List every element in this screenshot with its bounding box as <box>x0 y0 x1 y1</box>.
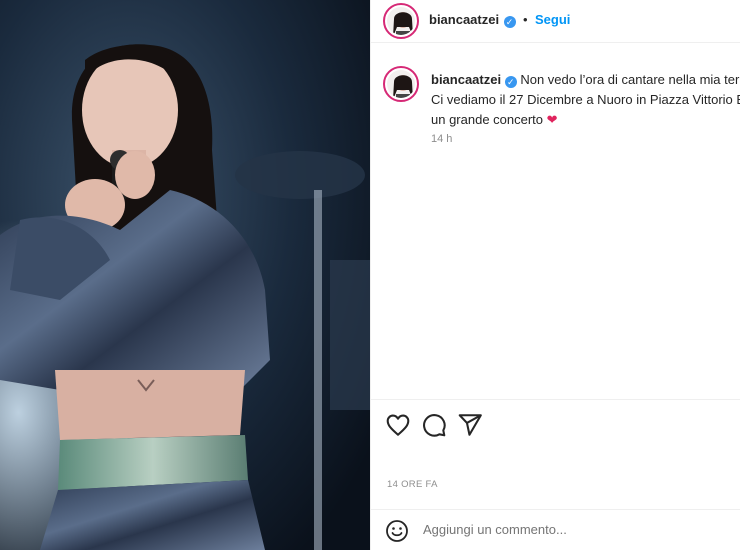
follow-button[interactable]: Segui <box>535 12 570 27</box>
heart-icon[interactable] <box>385 412 411 438</box>
smiley-icon[interactable] <box>385 519 409 543</box>
post-photo[interactable] <box>0 0 370 550</box>
post-action-bar <box>371 399 740 450</box>
comment-bubble-icon[interactable] <box>421 412 447 438</box>
post-date[interactable]: 14 ORE FA <box>387 479 438 490</box>
caption-username[interactable]: biancaatzei <box>431 72 501 87</box>
comment-input[interactable] <box>423 522 723 537</box>
verified-badge-icon: ✓ <box>504 76 517 88</box>
avatar-portrait-icon <box>393 12 413 35</box>
red-heart-emoji: ❤ <box>546 112 558 127</box>
post-header: biancaatzei ✓ • Segui <box>371 0 740 43</box>
separator-dot: • <box>523 12 528 27</box>
header-user-line: biancaatzei ✓ • Segui <box>429 11 570 29</box>
concert-photo-illustration <box>0 0 370 550</box>
paper-plane-icon[interactable] <box>457 412 483 438</box>
verified-badge-icon: ✓ <box>503 16 516 28</box>
comment-box <box>371 509 740 551</box>
author-avatar[interactable] <box>383 3 419 39</box>
post-side-panel: biancaatzei ✓ • Segui biancaatzei ✓ Non … <box>370 0 740 550</box>
caption-text-line-1: Non vedo l’ora di cantare nella mia terr… <box>520 72 740 87</box>
caption-text-line-3: un grande concerto <box>431 112 544 127</box>
avatar-portrait-icon <box>393 75 413 98</box>
caption-text-line-2: Ci vediamo il 27 Dicembre a Nuoro in Pia… <box>431 92 740 107</box>
caption-author-avatar[interactable] <box>383 66 419 102</box>
post-caption: biancaatzei ✓ Non vedo l’ora di cantare … <box>431 70 740 130</box>
caption-relative-time[interactable]: 14 h <box>431 133 452 145</box>
header-username[interactable]: biancaatzei <box>429 12 499 27</box>
